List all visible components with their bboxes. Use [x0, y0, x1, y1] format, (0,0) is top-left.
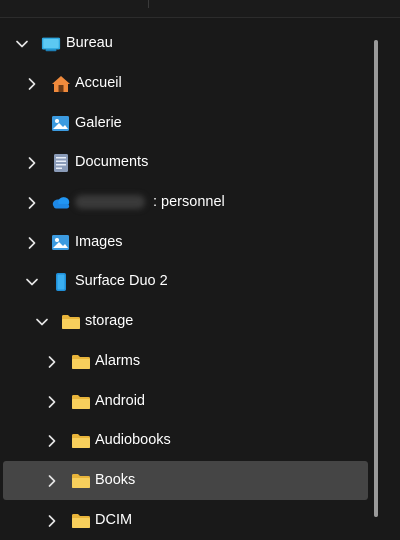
tree-item-images[interactable]: Images [3, 223, 368, 262]
tree-item-alarms[interactable]: Alarms [3, 342, 368, 381]
tree-item-label: Android [95, 393, 145, 409]
chevron-right-icon[interactable] [23, 143, 41, 182]
chevron-right-icon[interactable] [23, 183, 41, 222]
tree-item-galerie[interactable]: Galerie [3, 104, 368, 143]
tree-item-label: Documents [75, 154, 149, 170]
chevron-down-icon[interactable] [13, 24, 31, 63]
chevron-right-icon[interactable] [43, 501, 61, 540]
tree-item-onedrive-personnel[interactable]: : personnel [3, 183, 368, 222]
vertical-scrollbar[interactable] [374, 40, 378, 517]
tree-item-android[interactable]: Android [3, 382, 368, 421]
pictures-icon [51, 233, 71, 253]
tree-item-label: Images [75, 234, 123, 250]
column-divider[interactable] [148, 0, 149, 8]
onedrive-cloud-icon [51, 193, 71, 213]
tree-item-label: Surface Duo 2 [75, 273, 168, 289]
tree-item-label: Books [95, 472, 136, 488]
desktop-icon [41, 34, 61, 54]
tree-item-bureau[interactable]: Bureau [3, 24, 368, 63]
tree-item-label: Audiobooks [95, 432, 171, 448]
folder-icon [61, 312, 81, 332]
tree-item-label: Bureau [66, 35, 113, 51]
tree-item-surface-duo-2[interactable]: Surface Duo 2 [3, 262, 368, 301]
gallery-icon [51, 114, 71, 134]
folder-icon [71, 511, 91, 531]
folder-icon [71, 471, 91, 491]
document-icon [51, 153, 71, 173]
home-icon [51, 74, 71, 94]
tree-item-label: storage [85, 313, 134, 329]
tree-item-storage[interactable]: storage [3, 302, 368, 341]
tree-item-label: Accueil [75, 75, 122, 91]
folder-icon [71, 352, 91, 372]
tree-item-books[interactable]: Books [3, 461, 368, 500]
redacted-account-name [75, 195, 145, 210]
chevron-right-icon[interactable] [43, 461, 61, 500]
chevron-right-icon[interactable] [43, 342, 61, 381]
tree-item-label: Alarms [95, 353, 141, 369]
chevron-right-icon[interactable] [43, 382, 61, 421]
tree-item-documents[interactable]: Documents [3, 143, 368, 182]
chevron-right-icon[interactable] [43, 421, 61, 460]
phone-icon [51, 272, 71, 292]
tree-item-accueil[interactable]: Accueil [3, 64, 368, 103]
chevron-down-icon[interactable] [33, 302, 51, 341]
tree-item-label: : personnel [75, 183, 225, 222]
tree-item-dcim[interactable]: DCIM [3, 501, 368, 540]
chevron-down-icon[interactable] [23, 262, 41, 301]
folder-icon [71, 392, 91, 412]
tree-item-label: DCIM [95, 512, 133, 528]
chevron-right-icon[interactable] [23, 64, 41, 103]
window-top-strip [0, 0, 400, 18]
chevron-right-icon[interactable] [23, 223, 41, 262]
folder-icon [71, 431, 91, 451]
tree-item-audiobooks[interactable]: Audiobooks [3, 421, 368, 460]
tree-item-label: Galerie [75, 115, 122, 131]
